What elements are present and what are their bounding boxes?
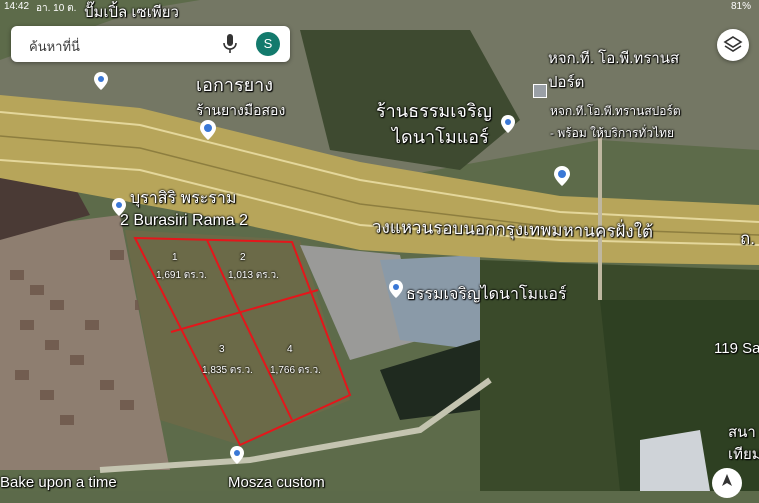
map-label-tanjaroen-top[interactable]: ร้านธรรมเจริญ	[376, 96, 492, 125]
map-label-transport-1[interactable]: หจก.ที. โอ.พี.ทรานส	[548, 46, 679, 70]
map-label-bake[interactable]: Bake upon a time	[0, 474, 117, 491]
shopping-cart-icon[interactable]	[554, 166, 570, 186]
parcel-2-number: 2	[240, 252, 246, 263]
location-pin-icon[interactable]	[94, 72, 108, 90]
map-label-rubber-shop-sub[interactable]: ร้านยางมือสอง	[196, 100, 285, 122]
parcel-1-area: 1,691 ตร.ว.	[156, 270, 207, 281]
map-label-119[interactable]: 119 Sa	[714, 340, 759, 357]
map-label-tanjaroen-mid[interactable]: ธรรมเจริญไดนาโมแอร์	[406, 282, 567, 307]
location-pin-icon[interactable]	[389, 280, 403, 298]
parcel-3-number: 3	[219, 344, 225, 355]
parcel-2-area: 1,013 ตร.ว.	[228, 270, 279, 281]
status-time: 14:42	[4, 1, 30, 12]
battery-level: 81%	[730, 1, 751, 12]
map-label-ring-road-tail: ถ.	[740, 229, 756, 248]
parcel-3-area: 1,835 ตร.ว.	[202, 365, 253, 376]
search-bar[interactable]: ค้นหาที่นี่ S	[11, 26, 290, 62]
parcel-4-area: 1,766 ตร.ว.	[270, 365, 321, 376]
layers-button[interactable]	[717, 29, 749, 61]
parcel-4-number: 4	[287, 344, 293, 355]
map-label-top-cut: ปั๊มเปิ้ล เซเพียว	[84, 4, 179, 21]
map-label-thiam[interactable]: เทียม	[728, 442, 759, 466]
location-pin-icon[interactable]	[501, 115, 515, 133]
compass-button[interactable]	[712, 468, 742, 498]
map-label-burasiri-th[interactable]: บุราสิริ พระราม	[130, 186, 236, 211]
avatar[interactable]: S	[256, 32, 280, 56]
satellite-map[interactable]	[0, 0, 759, 491]
business-icon[interactable]	[533, 84, 547, 98]
map-label-tanjaroen-top-2[interactable]: ไดนาโมแอร์	[392, 122, 489, 151]
layers-icon	[723, 36, 743, 52]
parcel-1-number: 1	[172, 252, 178, 263]
map-label-ring-road: วงแหวนรอบนอกกรุงเทพมหานครฝั่งใต้	[371, 217, 654, 242]
map-label-sana[interactable]: สนา	[728, 420, 756, 444]
map-label-mosza[interactable]: Mosza custom	[228, 474, 325, 491]
map-label-transport-3[interactable]: หจก.ที.โอ.พี.ทรานสปอร์ต	[550, 102, 681, 121]
map-label-transport-2[interactable]: ปอร์ต	[548, 70, 584, 94]
search-input[interactable]: ค้นหาที่นี่	[29, 36, 80, 57]
shopping-cart-icon[interactable]	[200, 120, 216, 140]
map-label-burasiri-en[interactable]: 2 Burasiri Rama 2	[120, 212, 248, 230]
location-pin-icon[interactable]	[112, 198, 126, 216]
compass-icon	[722, 474, 732, 486]
map-label-rubber-shop[interactable]: เอการยาง	[196, 70, 273, 99]
status-date: อา. 10 ต.	[36, 3, 77, 14]
location-pin-icon[interactable]	[230, 446, 244, 464]
map-label-transport-4[interactable]: - พร้อม ให้บริการทั่วไทย	[550, 124, 674, 143]
mic-icon[interactable]	[223, 34, 237, 54]
